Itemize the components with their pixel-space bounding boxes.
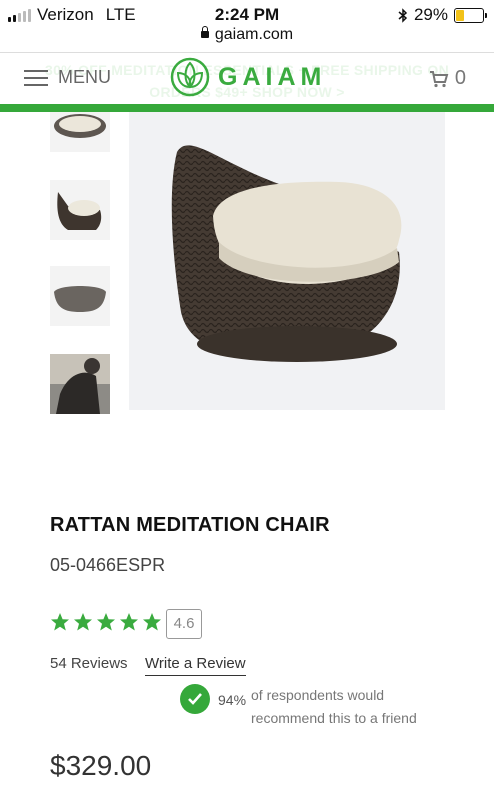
cart-count: 0	[454, 67, 466, 89]
thumbnail-2[interactable]	[50, 180, 110, 240]
write-review-link[interactable]: Write a Review	[145, 655, 246, 676]
bluetooth-icon	[398, 7, 408, 23]
thumbnail-1[interactable]	[50, 112, 110, 152]
product-price: $329.00	[50, 750, 152, 781]
rating-score: 4.6	[166, 609, 202, 639]
product-title: RATTAN MEDITATION CHAIR	[50, 514, 330, 536]
star-icon	[74, 613, 92, 631]
checkmark-icon	[180, 684, 210, 714]
recommend-text: of respondents would recommend this to a…	[251, 687, 417, 726]
lotus-logo-icon	[170, 57, 210, 97]
product-sku: 05-0466ESPR	[50, 555, 166, 575]
menu-label: MENU	[58, 67, 111, 87]
header-accent-bar	[0, 104, 494, 112]
url-bar[interactable]: gaiam.com	[0, 26, 494, 50]
site-header: 30% OFF MEDITATION ESSENTIALS + FREE SHI…	[0, 52, 494, 105]
recommend-percent: 94%	[218, 692, 247, 708]
battery-percent: 29%	[413, 5, 448, 24]
logo-text: GAIAM	[218, 62, 327, 91]
recommend-badge: 94%	[180, 684, 246, 714]
url-text: gaiam.com	[214, 26, 294, 43]
hamburger-icon	[24, 69, 48, 86]
star-icon	[97, 613, 115, 631]
battery-icon	[454, 7, 487, 23]
product-main-image[interactable]	[129, 112, 445, 410]
status-bar: Verizon LTE 2:24 PM 29%	[0, 0, 494, 28]
gaiam-logo[interactable]: GAIAM	[170, 57, 326, 97]
cart-button[interactable]: 0	[429, 67, 466, 90]
menu-button[interactable]: MENU	[24, 67, 111, 88]
star-icon	[143, 613, 161, 631]
thumbnail-4[interactable]	[50, 354, 110, 414]
reviews-count-link[interactable]: 54 Reviews	[50, 655, 128, 672]
thumbnail-3[interactable]	[50, 266, 110, 326]
star-icon	[120, 613, 138, 631]
lock-icon	[200, 26, 209, 38]
cart-icon	[429, 70, 449, 87]
star-rating	[50, 612, 162, 632]
star-icon	[51, 613, 69, 631]
